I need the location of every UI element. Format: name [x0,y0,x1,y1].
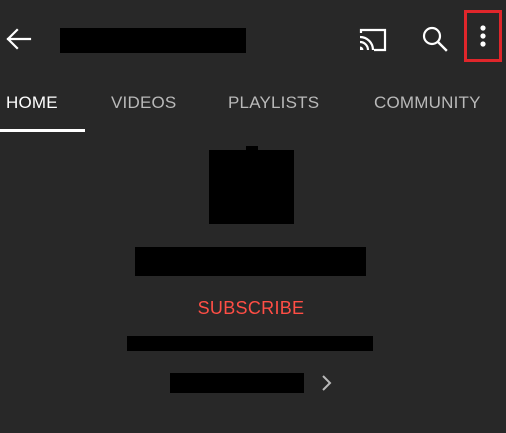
channel-title-redacted [60,28,246,53]
cast-button[interactable] [355,24,391,56]
channel-details-button[interactable] [314,370,338,396]
channel-tabs: HOME VIDEOS PLAYLISTS COMMUNITY [0,78,506,132]
youtube-channel-page: HOME VIDEOS PLAYLISTS COMMUNITY SUBSCRIB… [0,0,506,433]
channel-avatar-redacted [209,150,294,224]
tab-playlists[interactable]: PLAYLISTS [228,78,319,132]
cast-icon [359,28,387,52]
subscriber-count-redacted [127,336,373,351]
channel-name-redacted [135,247,366,276]
active-tab-indicator [0,129,85,132]
subscribe-button[interactable]: SUBSCRIBE [190,293,312,323]
more-options-button[interactable] [464,10,502,62]
more-vert-icon [480,25,486,47]
search-icon [422,26,448,52]
tab-home[interactable]: HOME [6,78,58,132]
chevron-right-icon [322,375,332,391]
channel-description-link-redacted[interactable] [170,373,304,393]
tab-community[interactable]: COMMUNITY [374,78,481,132]
search-button[interactable] [418,22,452,56]
back-button[interactable] [2,22,36,56]
arrow-left-icon [6,28,32,50]
tab-videos[interactable]: VIDEOS [111,78,176,132]
top-app-bar [0,0,506,78]
